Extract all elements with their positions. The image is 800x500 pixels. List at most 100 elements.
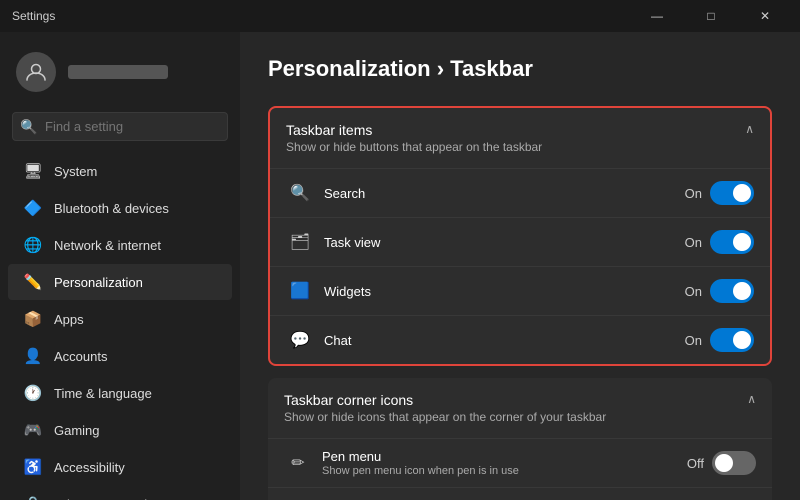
corner-toggle-track-0[interactable] (712, 451, 756, 475)
taskbar-items-subtitle: Show or hide buttons that appear on the … (286, 140, 542, 154)
privacy-icon: 🔒 (24, 495, 42, 500)
taskbar-item-row-2: 🟦 Widgets On (270, 267, 770, 316)
titlebar-title: Settings (12, 9, 55, 23)
taskbar-item-row-0: 🔍 Search On (270, 169, 770, 218)
page-title: Personalization › Taskbar (268, 56, 772, 82)
search-input[interactable] (12, 112, 228, 141)
accessibility-icon: ♿ (24, 458, 42, 476)
toggle-thumb-2 (733, 282, 751, 300)
sidebar-item-gaming[interactable]: 🎮 Gaming (8, 412, 232, 448)
corner-icon-0: ✏ (284, 449, 312, 477)
avatar (16, 52, 56, 92)
maximize-button[interactable]: □ (688, 0, 734, 32)
row-title-0: Search (324, 186, 685, 201)
sidebar-item-system[interactable]: 🖥 System (8, 153, 232, 189)
corner-info-0: Pen menu Show pen menu icon when pen is … (322, 449, 687, 477)
corner-row-1: ⌨ Touch keyboard Always show touch keybo… (268, 488, 772, 500)
titlebar-controls: — □ ✕ (634, 0, 788, 32)
sidebar-item-bluetooth[interactable]: 🔷 Bluetooth & devices (8, 190, 232, 226)
sidebar-item-privacy[interactable]: 🔒 Privacy & security (8, 486, 232, 500)
row-icon-0: 🔍 (286, 179, 314, 207)
sidebar-item-label-system: System (54, 164, 97, 179)
taskbar-items-title: Taskbar items (286, 122, 542, 138)
row-info-1: Task view (324, 235, 685, 250)
system-icon: 🖥 (24, 162, 42, 180)
toggle-2[interactable] (710, 279, 754, 303)
gaming-icon: 🎮 (24, 421, 42, 439)
minimize-button[interactable]: — (634, 0, 680, 32)
row-control-1: On (685, 230, 754, 254)
row-icon-1: 🗂 (286, 228, 314, 256)
toggle-1[interactable] (710, 230, 754, 254)
taskbar-corner-title: Taskbar corner icons (284, 392, 606, 408)
sidebar-item-apps[interactable]: 📦 Apps (8, 301, 232, 337)
toggle-track-1[interactable] (710, 230, 754, 254)
taskbar-corner-rows: ✏ Pen menu Show pen menu icon when pen i… (268, 439, 772, 500)
sidebar-item-label-time: Time & language (54, 386, 152, 401)
user-section (0, 40, 240, 104)
taskbar-item-row-1: 🗂 Task view On (270, 218, 770, 267)
corner-desc-0: Show pen menu icon when pen is in use (322, 465, 687, 477)
row-title-1: Task view (324, 235, 685, 250)
sidebar-item-personalization[interactable]: ✏️ Personalization (8, 264, 232, 300)
sidebar-item-accounts[interactable]: 👤 Accounts (8, 338, 232, 374)
row-control-2: On (685, 279, 754, 303)
toggle-label-1: On (685, 235, 702, 250)
close-button[interactable]: ✕ (742, 0, 788, 32)
taskbar-corner-section: Taskbar corner icons Show or hide icons … (268, 378, 772, 500)
taskbar-items-header: Taskbar items Show or hide buttons that … (270, 108, 770, 169)
row-title-3: Chat (324, 333, 685, 348)
sidebar-item-label-gaming: Gaming (54, 423, 100, 438)
taskbar-items-header-text: Taskbar items Show or hide buttons that … (286, 122, 542, 154)
user-name-placeholder (68, 65, 168, 79)
sidebar: 🔍 🖥 System 🔷 Bluetooth & devices 🌐 Netwo… (0, 32, 240, 500)
personalization-icon: ✏️ (24, 273, 42, 291)
taskbar-corner-header: Taskbar corner icons Show or hide icons … (268, 378, 772, 439)
search-box[interactable]: 🔍 (12, 112, 228, 141)
apps-icon: 📦 (24, 310, 42, 328)
toggle-label-0: On (685, 186, 702, 201)
taskbar-corner-subtitle: Show or hide icons that appear on the co… (284, 410, 606, 424)
bluetooth-icon: 🔷 (24, 199, 42, 217)
sidebar-item-label-bluetooth: Bluetooth & devices (54, 201, 169, 216)
breadcrumb-separator: › (431, 56, 451, 81)
row-title-2: Widgets (324, 284, 685, 299)
sidebar-item-network[interactable]: 🌐 Network & internet (8, 227, 232, 263)
breadcrumb-parent: Personalization (268, 56, 431, 81)
taskbar-items-section: Taskbar items Show or hide buttons that … (268, 106, 772, 366)
sidebar-item-accessibility[interactable]: ♿ Accessibility (8, 449, 232, 485)
sidebar-item-label-privacy: Privacy & security (54, 497, 157, 500)
corner-toggle-thumb-0 (715, 454, 733, 472)
time-icon: 🕐 (24, 384, 42, 402)
toggle-track-3[interactable] (710, 328, 754, 352)
toggle-label-3: On (685, 333, 702, 348)
breadcrumb-current: Taskbar (450, 56, 533, 81)
corner-toggle-0[interactable] (712, 451, 756, 475)
toggle-0[interactable] (710, 181, 754, 205)
toggle-track-2[interactable] (710, 279, 754, 303)
sidebar-item-label-accessibility: Accessibility (54, 460, 125, 475)
toggle-thumb-1 (733, 233, 751, 251)
taskbar-items-chevron[interactable]: ∧ (745, 122, 754, 136)
corner-title-0: Pen menu (322, 449, 687, 464)
toggle-track-0[interactable] (710, 181, 754, 205)
toggle-label-2: On (685, 284, 702, 299)
row-icon-2: 🟦 (286, 277, 314, 305)
nav-container: 🖥 System 🔷 Bluetooth & devices 🌐 Network… (0, 153, 240, 500)
row-icon-3: 💬 (286, 326, 314, 354)
taskbar-corner-chevron[interactable]: ∧ (747, 392, 756, 406)
row-control-0: On (685, 181, 754, 205)
titlebar: Settings — □ ✕ (0, 0, 800, 32)
row-info-0: Search (324, 186, 685, 201)
search-icon: 🔍 (20, 118, 37, 135)
toggle-3[interactable] (710, 328, 754, 352)
sidebar-item-time[interactable]: 🕐 Time & language (8, 375, 232, 411)
sidebar-item-label-apps: Apps (54, 312, 84, 327)
page-header: Personalization › Taskbar (268, 56, 772, 82)
row-control-3: On (685, 328, 754, 352)
corner-row-0: ✏ Pen menu Show pen menu icon when pen i… (268, 439, 772, 488)
taskbar-item-row-3: 💬 Chat On (270, 316, 770, 364)
sidebar-item-label-network: Network & internet (54, 238, 161, 253)
main-content: Personalization › Taskbar Taskbar items … (240, 32, 800, 500)
row-info-3: Chat (324, 333, 685, 348)
